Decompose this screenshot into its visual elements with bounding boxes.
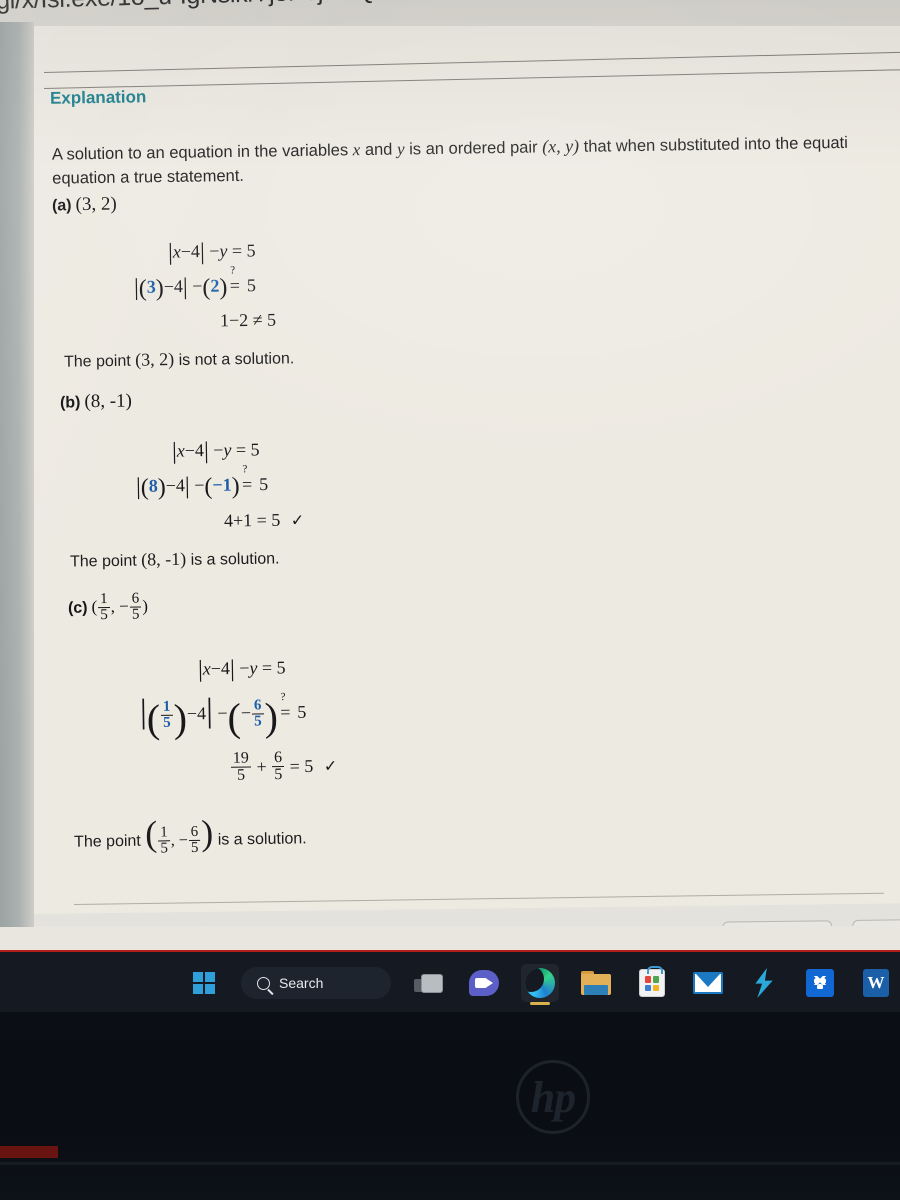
search-label: Search: [279, 975, 324, 991]
divider-above-actions: [73, 892, 884, 905]
part-c-x-den: 5: [98, 607, 110, 624]
laptop-screen-photo: ...m/alekscgi/x/Isl.exe/1o_u-IgNslkr7j8P…: [0, 0, 900, 1200]
save-for-later-button[interactable]: Save For Later: [722, 920, 833, 926]
bezel-edge-line: [0, 1162, 900, 1165]
laptop-bezel: hp: [0, 1012, 900, 1200]
concl-c-y-den: 5: [188, 839, 201, 857]
result-c-den2: 5: [272, 766, 285, 784]
part-a-letter: (a): [51, 197, 72, 215]
start-button[interactable]: [185, 964, 223, 1002]
teams-button[interactable]: [465, 964, 503, 1002]
windows-logo-icon: [193, 972, 215, 994]
result-c-num1: 19: [232, 749, 249, 767]
part-a-conclusion-point: (3, 2): [135, 349, 175, 370]
part-c-equation: |x−4| −y = 5: [197, 656, 286, 683]
search-icon: [257, 976, 270, 990]
part-b-conclusion-point: (8, -1): [141, 548, 187, 570]
address-bar-url: ...m/alekscgi/x/Isl.exe/1o_u-IgNslkr7j8P…: [0, 0, 671, 19]
subst-c-x-num: 1: [162, 698, 171, 715]
part-a-equation: |x−4| −y = 5: [167, 239, 256, 266]
task-view-icon: [410, 968, 446, 998]
hp-logo: hp: [516, 1060, 590, 1134]
dropbox-icon: [806, 969, 834, 997]
mail-button[interactable]: [689, 964, 727, 1002]
concl-c-x-den: 5: [158, 840, 171, 857]
part-a-conclusion-prefix: The point: [63, 352, 131, 371]
submit-button[interactable]: Subm: [852, 918, 900, 926]
lightning-bolt-icon: [752, 968, 776, 998]
part-c-substitution: |(1 5)−4| −(− 6 5)? = 5: [139, 691, 307, 742]
task-view-button[interactable]: [409, 964, 447, 1002]
result-c-num2: 6: [273, 749, 283, 767]
microsoft-store-button[interactable]: [633, 964, 671, 1002]
part-c-y-den: 5: [129, 606, 142, 624]
part-c-conclusion-point: (1 5, −6 5): [144, 812, 214, 857]
aleks-explanation-page: Explanation A solution to an equation in…: [34, 26, 900, 926]
folder-icon: [581, 971, 611, 995]
part-b-label: (b) (8, -1): [60, 390, 132, 413]
page-title: Explanation: [49, 87, 147, 108]
part-a-substitution: |(3)−4| −(2)? = 5: [133, 264, 257, 302]
windows-taskbar: Search W: [0, 950, 900, 1012]
edge-icon: [525, 968, 555, 998]
mail-icon: [693, 972, 723, 994]
bolt-app-button[interactable]: [745, 964, 783, 1002]
part-b-conclusion-suffix: is a solution.: [190, 550, 280, 569]
browser-screen: ...m/alekscgi/x/Isl.exe/1o_u-IgNslkr7j8P…: [0, 0, 900, 955]
intro-and: and: [364, 140, 393, 160]
part-b-substitution: |(8)−4| −(−1)? = 5: [135, 463, 269, 501]
teams-icon: [469, 970, 499, 996]
word-button[interactable]: W: [857, 964, 895, 1002]
part-c-label: (c)(1 5, −6 5): [68, 591, 148, 624]
taskbar-icon-row: Search W: [185, 958, 895, 1008]
part-b-letter: (b): [59, 394, 81, 412]
part-a-conclusion-suffix: is not a solution.: [178, 350, 295, 370]
explanation-intro: A solution to an equation in the variabl…: [52, 127, 900, 191]
part-c-point: (1 5, −6 5): [91, 590, 149, 624]
part-b-conclusion: The point (8, -1) is a solution.: [70, 547, 280, 571]
part-b-equation: |x−4| −y = 5: [171, 438, 260, 465]
subst-c-x-den: 5: [161, 714, 173, 732]
left-bezel-gutter: [0, 22, 34, 927]
intro-var-x: x: [352, 140, 361, 160]
concl-c-x-num: 1: [160, 824, 168, 841]
intro-ordered-pair: (x, y): [541, 135, 580, 157]
part-b-conclusion-prefix: The point: [69, 552, 137, 571]
search-input[interactable]: Search: [241, 967, 391, 999]
part-a-result: 1−2 ≠ 5: [219, 309, 277, 331]
subst-c-y-den: 5: [252, 713, 264, 730]
part-c-conclusion: The point (1 5, −6 5) is a solution.: [74, 810, 307, 858]
concl-c-y-num: 6: [190, 823, 199, 840]
divider-second: [43, 69, 900, 89]
part-a-point: (3, 2): [75, 193, 117, 216]
intro-text-3: that when substituted into the equati: [583, 133, 848, 156]
subst-c-y-num: 6: [253, 697, 262, 714]
part-c-result: 19 5 + 65 = 5 ✓: [230, 749, 338, 785]
intro-text-2: is an ordered pair: [409, 138, 538, 159]
part-a-conclusion: The point (3, 2) is not a solution.: [64, 347, 295, 371]
bezel-red-accent: [0, 1146, 58, 1158]
intro-text-1: A solution to an equation in the variabl…: [51, 141, 349, 164]
intro-line-2: equation a true statement.: [52, 166, 245, 188]
file-explorer-button[interactable]: [577, 964, 615, 1002]
part-c-conclusion-suffix: is a solution.: [217, 830, 307, 849]
part-b-result: 4+1 = 5 ✓: [223, 509, 305, 531]
edge-button[interactable]: [521, 964, 559, 1002]
part-b-point: (8, -1): [84, 390, 133, 413]
divider-top: [43, 51, 900, 73]
store-icon: [639, 966, 665, 997]
part-c-y-num: 6: [131, 590, 140, 607]
part-c-letter: (c): [67, 599, 88, 617]
result-c-den1: 5: [230, 766, 252, 785]
part-c-x-num: 1: [99, 591, 108, 608]
word-icon: W: [863, 969, 889, 997]
dropbox-button[interactable]: [801, 964, 839, 1002]
action-bar: Try Another Save For Later Subm: [34, 903, 900, 926]
part-c-conclusion-prefix: The point: [73, 832, 141, 851]
part-a-label: (a) (3, 2): [52, 194, 117, 217]
browser-address-bar[interactable]: ...m/alekscgi/x/Isl.exe/1o_u-IgNslkr7j8P…: [0, 0, 900, 28]
intro-var-y: y: [396, 139, 405, 159]
